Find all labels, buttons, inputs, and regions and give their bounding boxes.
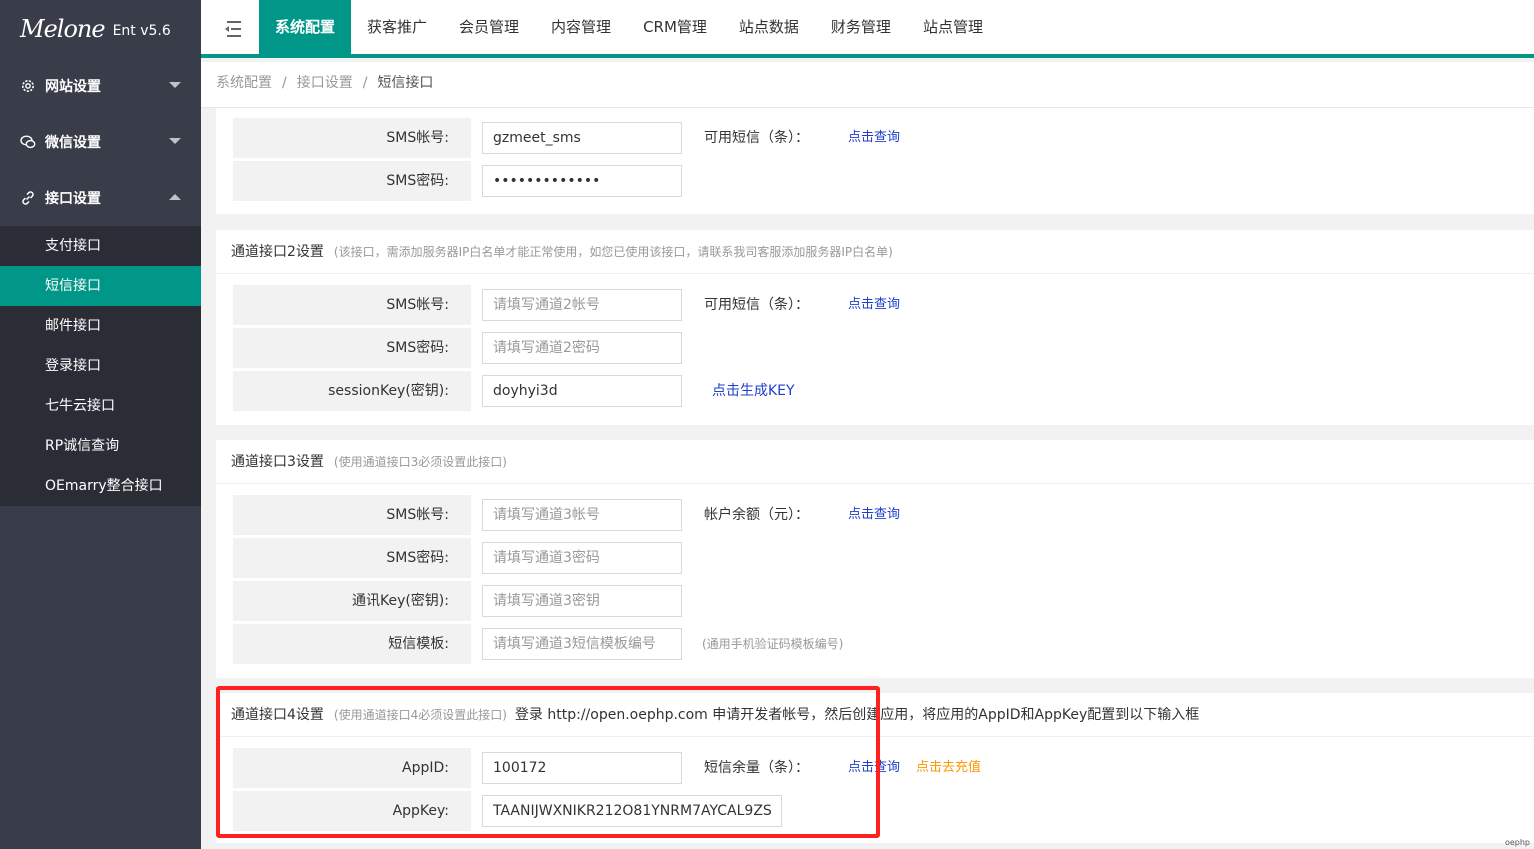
sidebar-group-label: 网站设置 — [45, 79, 101, 95]
chevron-down-icon — [169, 138, 181, 144]
sms-channel-3-card: 通道接口3设置(使用通道接口3必须设置此接口) SMS帐号: 帐户余额（元）： … — [216, 440, 1534, 678]
channel3-key-input[interactable] — [482, 585, 682, 617]
card-note: (使用通道接口3必须设置此接口) — [333, 455, 507, 469]
card-header: 通道接口3设置 (使用通道接口3必须设置此接口) — [216, 440, 1534, 484]
chevron-up-icon — [169, 194, 181, 200]
sidebar-group-api-settings[interactable]: 接口设置 — [0, 170, 201, 226]
field-label: sessionKey(密钥): — [233, 371, 471, 411]
breadcrumb-current: 短信接口 — [377, 75, 434, 91]
top-header: 系统配置 获客推广 会员管理 内容管理 CRM管理 站点数据 财务管理 站点管理 — [201, 0, 1534, 58]
tab-content-management[interactable]: 内容管理 — [535, 0, 627, 54]
channel3-template-input[interactable] — [482, 628, 682, 660]
sidebar: Melone Ent v5.6 网站设置 微信设置 接口设置 支付接口 短信接口… — [0, 0, 201, 849]
session-key-input[interactable] — [482, 375, 682, 407]
channel3-account-input[interactable] — [482, 499, 682, 531]
breadcrumb-item[interactable]: 接口设置 — [297, 75, 353, 91]
field-label: SMS密码: — [233, 161, 471, 201]
card-title: 通道接口2设置 — [231, 244, 324, 260]
template-note: (通用手机验证码模板编号) — [702, 637, 844, 651]
field-label: SMS帐号: — [233, 118, 471, 158]
sidebar-item-rp-credit[interactable]: RP诚信查询 — [0, 426, 201, 466]
sidebar-item-email-api[interactable]: 邮件接口 — [0, 306, 201, 346]
tab-member-management[interactable]: 会员管理 — [443, 0, 535, 54]
query-link[interactable]: 点击查询 — [848, 295, 900, 315]
sidebar-item-sms-api[interactable]: 短信接口 — [0, 266, 201, 306]
sms-channel-2-card: 通道接口2设置 (该接口，需添加服务器IP白名单才能正常使用，如您已使用该接口，请… — [216, 230, 1534, 425]
balance-label: 可用短信（条）： — [704, 297, 809, 313]
field-label: SMS帐号: — [233, 285, 471, 325]
watermark: oephp — [1504, 838, 1530, 847]
link-icon — [20, 190, 36, 206]
card-note: (该接口，需添加服务器IP白名单才能正常使用，如您已使用该接口，请联系我司客服添… — [333, 245, 893, 259]
field-label: SMS密码: — [233, 538, 471, 578]
card-title: 通道接口3设置 — [231, 454, 324, 470]
query-link[interactable]: 点击查询 — [848, 128, 900, 148]
balance-label: 可用短信（条）： — [704, 130, 809, 146]
field-label: SMS密码: — [233, 328, 471, 368]
top-nav: 系统配置 获客推广 会员管理 内容管理 CRM管理 站点数据 财务管理 站点管理 — [259, 0, 999, 54]
sidebar-group-wechat-settings[interactable]: 微信设置 — [0, 114, 201, 170]
tab-site-management[interactable]: 站点管理 — [907, 0, 999, 54]
sms-password-input[interactable] — [482, 165, 682, 197]
chevron-down-icon — [169, 82, 181, 88]
sms-account-input[interactable] — [482, 122, 682, 154]
app-version: Ent v5.6 — [112, 23, 171, 39]
sidebar-group-site-settings[interactable]: 网站设置 — [0, 58, 201, 114]
logo-mark: Melone — [20, 15, 106, 43]
sidebar-item-oemarry-api[interactable]: OEmarry整合接口 — [0, 466, 201, 506]
tab-site-data[interactable]: 站点数据 — [723, 0, 815, 54]
breadcrumb-item[interactable]: 系统配置 — [216, 75, 272, 91]
card-header: 通道接口2设置 (该接口，需添加服务器IP白名单才能正常使用，如您已使用该接口，请… — [216, 230, 1534, 274]
logo[interactable]: Melone Ent v5.6 — [0, 0, 201, 58]
tab-customer-promo[interactable]: 获客推广 — [351, 0, 443, 54]
field-label: 短信模板: — [233, 624, 471, 664]
breadcrumb: 系统配置 / 接口设置 / 短信接口 — [201, 62, 1534, 108]
channel2-account-input[interactable] — [482, 289, 682, 321]
sidebar-item-qiniu-api[interactable]: 七牛云接口 — [0, 386, 201, 426]
sidebar-group-label: 微信设置 — [45, 135, 101, 151]
highlight-box — [216, 686, 880, 838]
balance-label: 帐户余额（元）： — [704, 507, 809, 523]
tab-finance-management[interactable]: 财务管理 — [815, 0, 907, 54]
sidebar-item-payment-api[interactable]: 支付接口 — [0, 226, 201, 266]
field-label: SMS帐号: — [233, 495, 471, 535]
tab-system-config[interactable]: 系统配置 — [259, 0, 352, 54]
sidebar-item-login-api[interactable]: 登录接口 — [0, 346, 201, 386]
menu-toggle-icon[interactable] — [221, 18, 249, 40]
wechat-icon — [20, 134, 36, 150]
sidebar-group-label: 接口设置 — [45, 191, 101, 207]
sms-channel-1-card: SMS帐号: 可用短信（条）： 点击查询 SMS密码: — [216, 108, 1534, 214]
channel2-password-input[interactable] — [482, 332, 682, 364]
recharge-link[interactable]: 点击去充值 — [916, 758, 981, 778]
channel3-password-input[interactable] — [482, 542, 682, 574]
sidebar-subnav: 支付接口 短信接口 邮件接口 登录接口 七牛云接口 RP诚信查询 OEmarry… — [0, 226, 201, 506]
gear-icon — [20, 78, 36, 94]
generate-key-link[interactable]: 点击生成KEY — [712, 381, 795, 401]
query-link[interactable]: 点击查询 — [848, 505, 900, 525]
field-label: 通讯Key(密钥): — [233, 581, 471, 621]
tab-crm-management[interactable]: CRM管理 — [627, 0, 723, 54]
